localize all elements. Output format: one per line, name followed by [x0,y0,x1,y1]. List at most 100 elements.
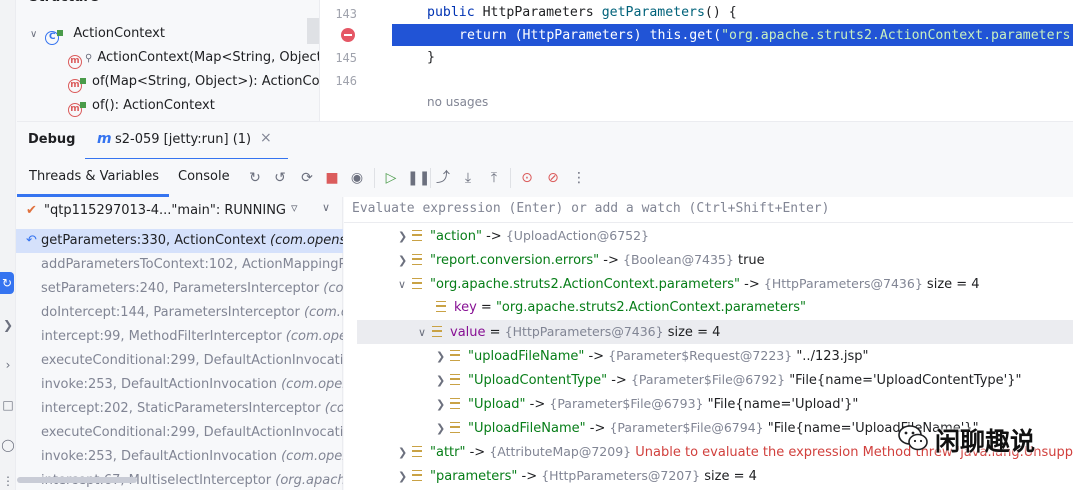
field-icon [412,254,422,265]
chevron-right-icon[interactable]: ❯ [436,369,450,393]
step-into-icon[interactable]: ⤓ [458,168,478,188]
chevron-right-icon[interactable]: ❯ [398,249,412,273]
debug-tool-header: Debug m s2-059 [jetty:run] (1) × [17,121,1073,160]
field-icon [432,326,442,337]
run-icon[interactable]: › [0,354,16,376]
reload-icon[interactable]: ⟳ [297,168,317,188]
step-out-icon[interactable]: ⤒ [484,168,504,188]
field-icon [412,278,422,289]
restart-icon[interactable]: ↺ [270,168,290,188]
chevron-right-icon[interactable]: ❯ [398,225,412,249]
chevron-right-icon[interactable]: ❯ [436,345,450,369]
structure-item-label: of(Map<String, Object>): ActionCo [92,74,319,89]
line-number: 146 [335,74,357,88]
wechat-logo [898,424,928,452]
mute-breakpoints-icon[interactable]: ⊘ [543,168,563,188]
more-icon[interactable]: ⋮ [569,168,589,188]
structure-item-method[interactable]: m of(): ActionContext [68,94,215,118]
usages-hint[interactable]: no usages [427,95,488,109]
key-icon: ⚲ [85,53,93,64]
breakpoints-icon[interactable]: ⊙ [517,168,537,188]
public-icon [57,30,64,36]
code-line: public HttpParameters getParameters() { [427,5,737,20]
line-number: 143 [335,7,357,21]
stack-frame[interactable]: executeConditional:299, DefaultActionInv… [16,421,343,445]
evaluate-expression-field[interactable]: Evaluate expression (Enter) or add a wat… [344,197,1073,223]
code-line: } [427,50,435,65]
method-icon: m [68,55,82,69]
scrollbar[interactable] [307,18,319,44]
chevron-down-icon[interactable]: ∨ [398,273,412,297]
scrollbar[interactable] [17,477,137,483]
chevron-right-icon[interactable]: ❯ [398,441,412,464]
view-breakpoints-icon[interactable]: ◉ [347,168,367,188]
rerun-icon[interactable]: ↻ [245,168,265,188]
pause-icon[interactable]: ❚❚ [407,168,430,188]
step-over-icon[interactable]: ⤴ [433,168,453,188]
chevron-right-icon[interactable]: ❯ [436,417,450,441]
variable-row[interactable]: ❯ "uploadFileName" -> {Parameter$Request@… [436,344,869,368]
structure-item-label: ActionContext(Map<String, Object [97,50,319,65]
git-icon[interactable]: ⋮ [0,470,16,490]
stack-frame[interactable]: intercept:99, MethodFilterInterceptor (c… [16,325,343,349]
stack-frame[interactable]: executeConditional:299, DefaultActionInv… [16,349,343,373]
problems-icon[interactable]: ◯ [0,434,16,456]
structure-item-label: ActionContext [73,26,165,41]
field-icon [450,374,460,385]
variable-row[interactable]: ∨ "org.apache.struts2.ActionContext.param… [398,272,980,296]
tab-threads-variables[interactable]: Threads & Variables [29,169,159,184]
breakpoint-icon[interactable] [341,28,355,42]
resume-icon[interactable]: ▷ [381,168,401,188]
public-icon [80,78,86,84]
stack-frame[interactable]: invoke:253, DefaultActionInvocation (com… [16,445,343,469]
field-icon [412,470,422,481]
field-icon [450,350,460,361]
variable-row[interactable]: ❯ "UploadContentType" -> {Parameter$File@… [436,368,1021,392]
line-number: 145 [335,51,357,65]
public-icon [80,102,86,108]
structure-item-constructor[interactable]: m ⚲ ActionContext(Map<String, Object [68,46,319,70]
check-icon: ✔ [26,203,37,218]
field-icon [450,398,460,409]
stack-frame[interactable]: setParameters:240, ParametersInterceptor… [16,277,343,301]
stack-frame[interactable]: addParametersToContext:102, ActionMappin… [16,253,343,277]
maven-icon: m [97,131,112,147]
stack-frame-selected[interactable]: ↶ getParameters:330, ActionContext (com.… [16,229,343,253]
chevron-right-icon[interactable]: ❯ [436,393,450,417]
stack-frame[interactable]: doIntercept:144, ParametersInterceptor (… [16,301,343,325]
terminal-icon[interactable]: □ [0,394,16,416]
tool-window-strip: ↻ ❯ › □ ◯ ⋮ [0,0,16,490]
return-icon: ↶ [26,233,37,248]
filter-icon[interactable]: ▿ [291,201,298,216]
variable-row[interactable]: ❯ "action" -> {UploadAction@6752} [398,224,649,248]
close-icon[interactable]: × [260,130,272,146]
debug-tool-icon[interactable]: ↻ [0,272,14,294]
structure-item-label: of(): ActionContext [92,98,215,113]
tab-console[interactable]: Console [178,169,230,184]
structure-panel: Structure ∨CActionContext m⚲ ActionContex… [17,0,319,121]
chevron-down-icon[interactable]: ∨ [322,201,330,214]
field-icon [436,301,446,312]
structure-title: Structure [29,0,99,10]
chevron-down-icon[interactable]: ∨ [418,321,432,345]
structure-item-method[interactable]: m of(Map<String, Object>): ActionCo [68,70,319,94]
code-line-current: return (HttpParameters) this.get("org.ap… [459,28,1071,43]
variable-row[interactable]: ∨ value = {HttpParameters@7436} size = 4 [418,320,720,344]
chevron-right-icon[interactable]: ❯ [398,465,412,489]
stop-icon[interactable]: ■ [322,168,342,188]
variable-row[interactable]: key = "org.apache.struts2.ActionContext.… [436,296,806,320]
field-icon [450,422,460,433]
variable-row[interactable]: ❯ "Upload" -> {Parameter$File@6793} "File… [436,392,858,416]
debug-title: Debug [28,132,76,147]
variable-row[interactable]: ❯ "report.conversion.errors" -> {Boolean@… [398,248,765,272]
session-tab[interactable]: s2-059 [jetty:run] (1) [115,132,251,147]
stack-frame[interactable]: invoke:253, DefaultActionInvocation (com… [16,373,343,397]
chevron-down-icon[interactable]: ∨ [30,29,37,40]
variable-row[interactable]: ❯ "parameters" -> {HttpParameters@7207} s… [398,464,757,488]
services-icon[interactable]: ❯ [0,314,16,336]
watermark-text: 闲聊趣说 [935,427,1036,456]
structure-item-class[interactable]: ∨ C ActionContext [30,22,165,46]
stack-frame[interactable]: intercept:202, StaticParametersIntercept… [16,397,343,421]
field-icon [412,446,422,457]
field-icon [412,230,422,241]
